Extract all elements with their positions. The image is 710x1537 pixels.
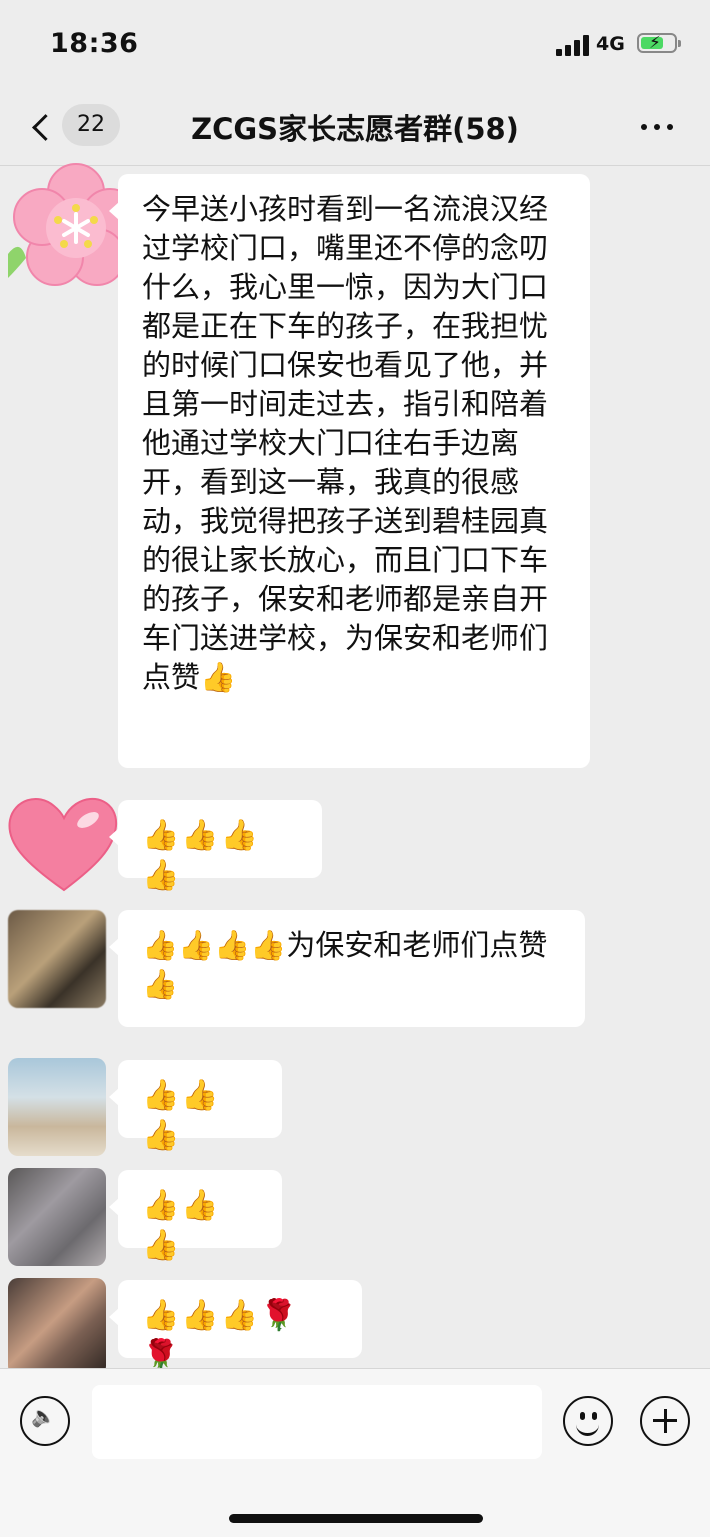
- plus-icon[interactable]: [640, 1396, 690, 1446]
- network-type: 4G: [596, 33, 625, 55]
- flower-sticker-avatar[interactable]: [8, 163, 139, 286]
- battery-charging-icon: ⚡: [637, 33, 681, 53]
- signal-icon: [556, 34, 590, 56]
- blurred-avatar[interactable]: [8, 1168, 106, 1266]
- back-icon[interactable]: [24, 108, 60, 148]
- message-bubble[interactable]: 今早送小孩时看到一名流浪汉经过学校门口，嘴里还不停的念叨什么，我心里一惊，因为大…: [109, 174, 590, 768]
- more-icon[interactable]: [635, 108, 679, 144]
- message-bubble[interactable]: 👍👍👍: [109, 1060, 282, 1153]
- chat-title: ZCGS家长志愿者群(58): [191, 112, 519, 146]
- message-text: 👍👍👍: [142, 1188, 221, 1263]
- message-text: 👍👍👍: [142, 1078, 221, 1153]
- emoji-icon[interactable]: [563, 1396, 613, 1446]
- input-bar: [0, 1368, 710, 1537]
- message-text: 👍👍👍👍: [142, 818, 261, 893]
- status-bar: 18:36 4G ⚡: [0, 0, 710, 90]
- home-indicator: [229, 1514, 483, 1523]
- heart-sticker-avatar[interactable]: [8, 797, 118, 896]
- blurred-avatar[interactable]: [8, 910, 106, 1008]
- blurred-avatar[interactable]: [8, 1058, 106, 1156]
- message-bubble[interactable]: 👍👍👍👍为保安和老师们点赞👍: [109, 910, 585, 1027]
- message-bubble[interactable]: 👍👍👍🌹🌹: [109, 1280, 362, 1373]
- message-bubble[interactable]: 👍👍👍: [109, 1170, 282, 1263]
- status-time: 18:36: [50, 28, 139, 59]
- chat-header: 22 ZCGS家长志愿者群(58): [0, 90, 710, 166]
- blurred-avatar[interactable]: [8, 1278, 106, 1376]
- unread-count-badge[interactable]: 22: [62, 104, 120, 146]
- message-text: 👍👍👍🌹🌹: [142, 1298, 300, 1373]
- message-input[interactable]: [92, 1385, 542, 1459]
- message-text: 👍👍👍👍为保安和老师们点赞👍: [142, 928, 548, 1001]
- voice-icon[interactable]: [20, 1396, 70, 1446]
- message-text: 今早送小孩时看到一名流浪汉经过学校门口，嘴里还不停的念叨什么，我心里一惊，因为大…: [142, 192, 549, 694]
- message-bubble[interactable]: 👍👍👍👍: [109, 800, 322, 893]
